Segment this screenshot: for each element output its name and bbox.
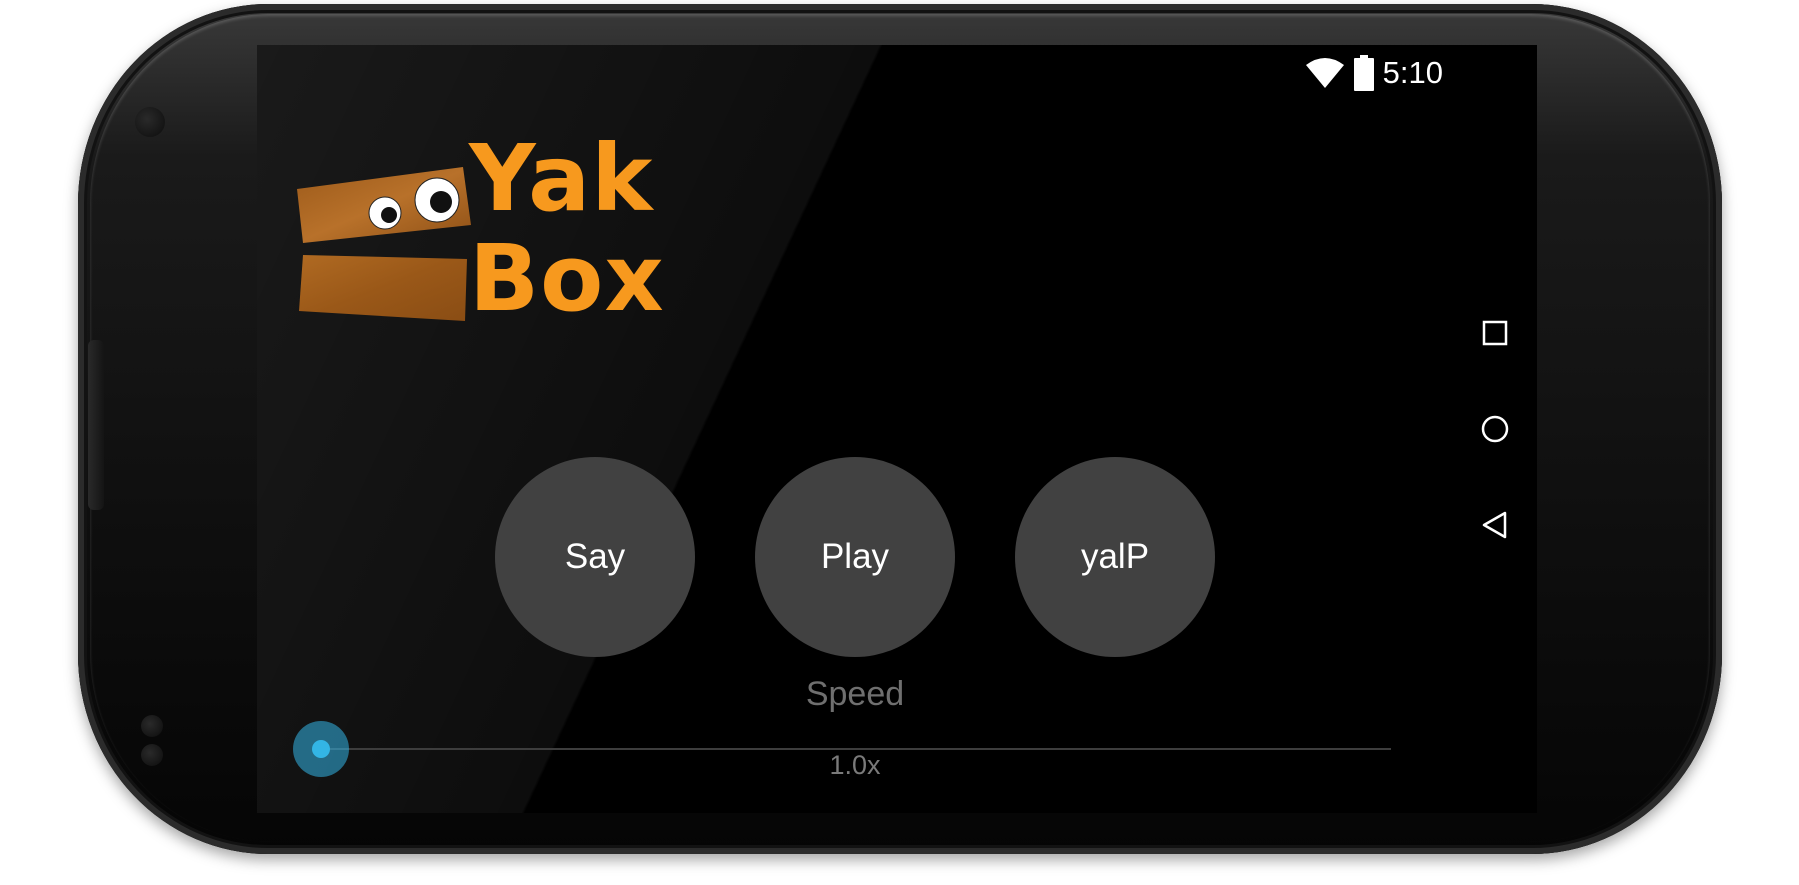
say-button[interactable]: Say xyxy=(495,457,695,657)
battery-icon xyxy=(1353,55,1375,91)
recent-apps-icon[interactable] xyxy=(1475,313,1515,353)
status-bar: 5:10 xyxy=(1305,55,1443,91)
speed-value: 1.0x xyxy=(829,750,881,780)
play-button[interactable]: Play xyxy=(755,457,955,657)
sensor-dot xyxy=(141,744,163,766)
logo-text-yak: Yak xyxy=(469,125,654,232)
slider-thumb-core xyxy=(312,740,330,758)
device-side-button xyxy=(88,340,104,510)
app-logo: Yak Box xyxy=(295,125,675,325)
back-icon[interactable] xyxy=(1475,505,1515,545)
logo-text-box: Box xyxy=(469,225,665,332)
wifi-icon xyxy=(1305,57,1345,89)
yak-box-mascot xyxy=(297,167,471,321)
home-icon[interactable] xyxy=(1475,409,1515,449)
navigation-bar xyxy=(1475,45,1515,813)
front-camera xyxy=(135,107,165,137)
reverse-play-button[interactable]: yalP xyxy=(1015,457,1215,657)
status-time: 5:10 xyxy=(1382,55,1443,90)
app-screen: 5:10 Yak Box Say Play yalP Speed 1.0x xyxy=(257,45,1537,813)
slider-thumb[interactable] xyxy=(293,721,349,777)
sensor-dot xyxy=(141,715,163,737)
speed-label: Speed xyxy=(805,675,905,713)
